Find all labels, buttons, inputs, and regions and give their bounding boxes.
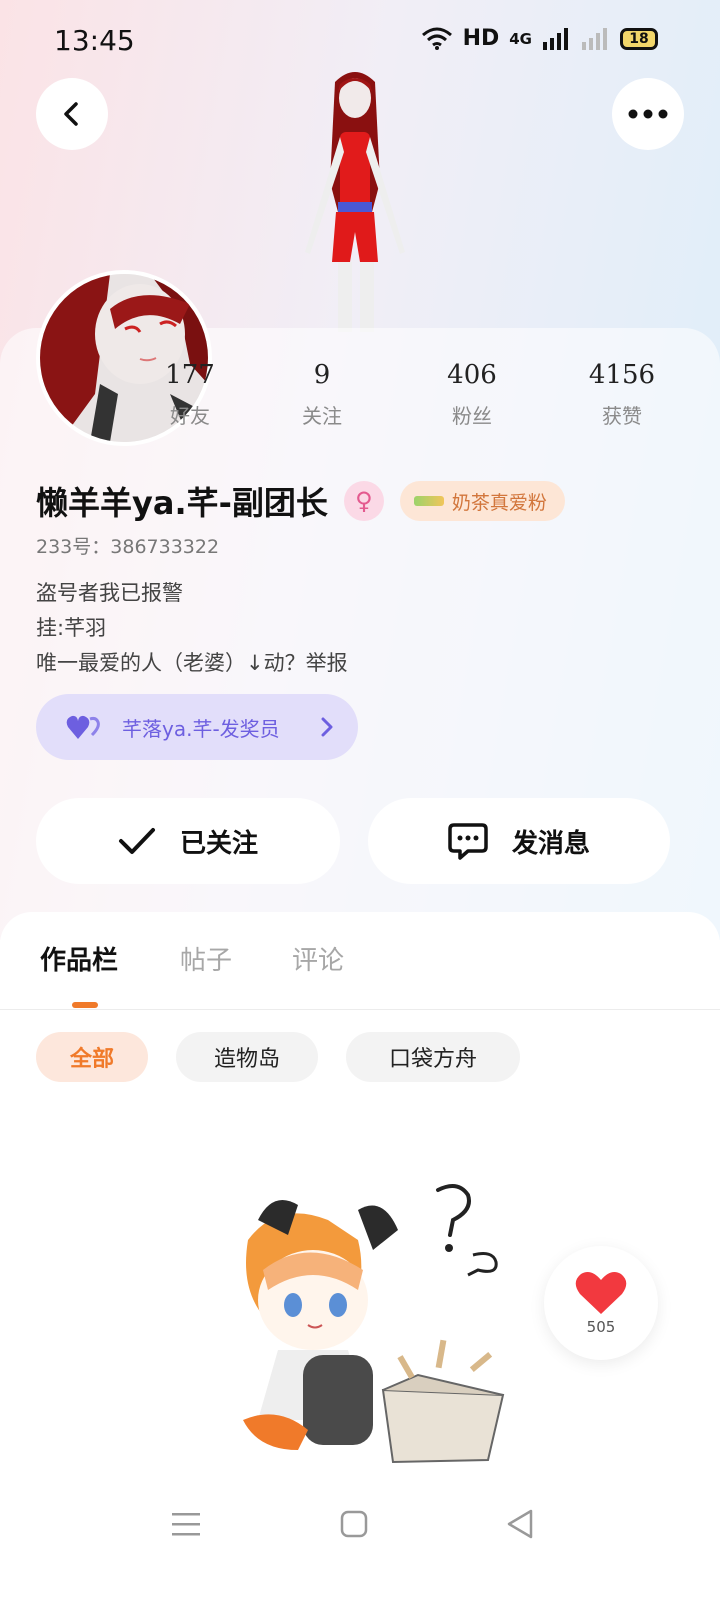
status-icons: HD 4G 18	[421, 26, 658, 51]
stat-label: 好友	[170, 404, 210, 428]
profile-stats: 177 好友 9 关注 406 粉丝 4156 获赞	[0, 360, 720, 440]
tab-indicator	[72, 1002, 98, 1008]
battery-icon: 18	[620, 27, 658, 50]
message-button[interactable]: 发消息	[368, 798, 670, 884]
back-nav-button[interactable]	[500, 1504, 540, 1544]
filter-pocket-ark[interactable]: 口袋方舟	[346, 1032, 520, 1082]
tab-posts[interactable]: 帖子	[180, 940, 232, 977]
chevron-right-icon	[321, 717, 333, 737]
wifi-icon	[421, 27, 452, 50]
checkmark-icon	[118, 828, 155, 854]
tab-works[interactable]: 作品栏	[40, 940, 118, 977]
signal-bars-icon	[543, 27, 568, 50]
fan-badge[interactable]: 奶茶真爱粉	[399, 481, 565, 521]
user-id: 233号：386733322	[36, 536, 220, 558]
title-pill[interactable]: 芊落ya.芊-发奖员	[36, 694, 358, 760]
stat-value: 9	[313, 360, 331, 390]
more-button[interactable]	[612, 78, 684, 150]
home-square-icon	[340, 1510, 368, 1538]
like-button[interactable]: 505	[544, 1246, 658, 1360]
stat-likes[interactable]: 4156 获赞	[572, 360, 672, 429]
battery-level: 18	[629, 30, 649, 47]
home-nav-button[interactable]	[334, 1504, 374, 1544]
bio-line: 盗号者我已报警	[36, 581, 183, 605]
stat-value: 406	[447, 360, 497, 390]
menu-icon	[172, 1513, 200, 1536]
signal-label: 4G	[509, 29, 532, 48]
like-count: 505	[586, 1318, 616, 1336]
stat-label: 关注	[302, 404, 342, 428]
stat-label: 粉丝	[452, 404, 492, 428]
title-pill-label: 芊落ya.芊-发奖员	[122, 716, 280, 741]
stat-value: 4156	[588, 360, 656, 390]
bio-line: 唯一最爱的人（老婆）↓动？举报	[36, 651, 348, 675]
menu-nav-button[interactable]	[166, 1504, 206, 1544]
stat-followers[interactable]: 406 粉丝	[422, 360, 522, 429]
heart-icon	[575, 1272, 627, 1314]
female-icon: ♀	[343, 481, 384, 521]
fan-badge-icon	[413, 496, 444, 506]
system-nav-bar	[0, 1488, 720, 1558]
chat-bubble-icon	[448, 823, 488, 860]
stat-value: 177	[165, 360, 215, 390]
username: 懒羊羊ya.芊-副团长	[36, 484, 328, 522]
bio: 盗号者我已报警 挂:芊羽 唯一最爱的人（老婆）↓动？举报	[36, 576, 348, 681]
stat-friends[interactable]: 177 好友	[140, 360, 240, 429]
empty-state-illustration	[243, 1184, 505, 1464]
more-dots-icon	[628, 109, 668, 119]
username-row: 懒羊羊ya.芊-副团长 ♀ 奶茶真爱粉	[36, 478, 565, 524]
filter-creation-island[interactable]: 造物岛	[176, 1032, 318, 1082]
message-button-label: 发消息	[511, 828, 590, 859]
network-label: HD	[462, 26, 500, 51]
stat-label: 获赞	[602, 404, 642, 428]
back-button[interactable]	[36, 78, 108, 150]
bio-line: 挂:芊羽	[36, 616, 107, 640]
stat-following[interactable]: 9 关注	[272, 360, 372, 429]
chevron-left-icon	[64, 102, 78, 126]
tab-comments[interactable]: 评论	[292, 940, 344, 977]
filter-all[interactable]: 全部	[36, 1032, 148, 1082]
fan-badge-label: 奶茶真爱粉	[451, 491, 547, 514]
status-time: 13:45	[54, 24, 135, 57]
tab-bar: 作品栏 帖子 评论	[0, 912, 720, 1010]
back-triangle-icon	[507, 1509, 533, 1539]
follow-button[interactable]: 已关注	[36, 798, 340, 884]
hearts-icon	[66, 715, 100, 739]
signal-bars-empty-icon	[582, 27, 607, 50]
follow-button-label: 已关注	[179, 828, 258, 859]
avatar-model-figure	[305, 72, 405, 332]
